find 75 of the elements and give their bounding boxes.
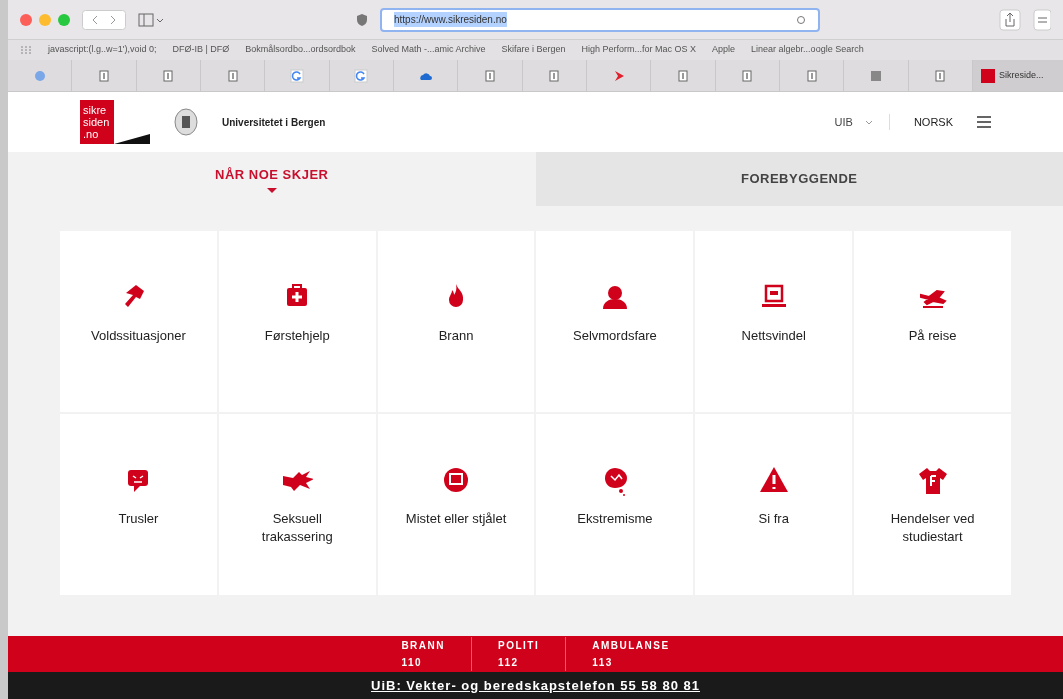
square-icon[interactable] [868,68,883,83]
bookmark-link[interactable]: Bokmålsordbo...ordsordbok [245,43,356,57]
tile-label: På reise [907,327,958,345]
tile-label: Trusler [117,510,160,528]
section-tab[interactable]: FOREBYGGENDE [535,152,1063,206]
category-tile[interactable]: Brann [377,231,535,412]
org-menu[interactable]: UIB [834,113,890,131]
g-logo-icon[interactable] [289,68,304,83]
url-text: https://www.sikresiden.no [394,12,507,27]
logo[interactable]: sikre siden .no [80,100,150,144]
bookmark-link[interactable]: DFØ-IB | DFØ [172,43,230,57]
university-seal-icon [174,108,198,136]
tile-label: Brann [437,327,475,345]
university-name: Universitetet i Bergen [222,115,326,130]
tabs-overview-icon[interactable] [1033,8,1051,31]
category-tile[interactable]: Selvmordsfare [536,231,694,412]
bookmark-link[interactable]: javascript:(l.g..w=1'),void 0; [48,43,157,57]
shield-icon[interactable] [356,12,368,27]
bookmark-link[interactable]: Skifare i Bergen [501,43,566,57]
service-name: AMBULANSE [592,639,670,653]
language-link[interactable]: NORSK [913,113,953,131]
tile-label: Nettsvindel [740,327,807,345]
category-tile[interactable]: På reise [854,231,1011,412]
category-tile[interactable]: Førstehjelp [218,231,376,412]
menu-icon[interactable] [977,116,991,128]
document-icon[interactable] [675,68,690,83]
window-controls-icon[interactable] [20,13,70,26]
reload-icon [796,14,806,25]
grid-icon[interactable] [20,46,32,54]
logo-text: .no [83,128,100,140]
bookmark-link[interactable]: Apple [712,43,736,57]
category-tile[interactable]: Voldssituasjoner [60,231,217,412]
logo-wedge-icon [114,134,150,144]
category-tile[interactable]: Hendelser ved studiestart [854,414,1011,595]
document-icon[interactable] [804,68,819,83]
category-tile[interactable]: Trusler [60,414,217,595]
phone-number[interactable]: 110 [401,654,422,671]
document-icon[interactable] [740,68,755,83]
g-logo-icon[interactable] [354,68,369,83]
tile-label: Seksuell trakassering [260,510,334,546]
document-icon[interactable] [97,68,111,83]
phone-number[interactable]: 113 [592,654,613,671]
tile-label: Selvmordsfare [572,327,658,345]
caret-icon [864,119,873,125]
tile-label: Ekstremisme [576,510,654,528]
tile-label: Mistet eller stjålet [404,510,508,528]
bookmark-link[interactable]: Solved Math -...amic Archive [371,43,486,57]
bookmark-link[interactable]: High Perform...for Mac OS X [581,43,697,57]
tile-label: Hendelser ved studiestart [889,510,976,546]
document-icon[interactable] [547,68,562,83]
document-icon[interactable] [933,68,948,83]
category-tile[interactable]: Ekstremisme [536,414,694,595]
bookmark-link[interactable]: Linear algebr...oogle Search [751,43,864,57]
tile-label: Voldssituasjoner [90,327,187,345]
logo-text: siden [83,116,111,128]
phone-number[interactable]: 112 [498,654,519,671]
tab-favicon-icon [980,68,995,83]
share-icon[interactable] [999,8,1021,31]
category-tile[interactable]: Si fra [695,414,853,595]
document-icon[interactable] [161,68,176,83]
address-bar[interactable]: https://www.sikresiden.no [380,7,820,32]
globe-icon[interactable] [32,68,47,83]
category-tile[interactable]: Seksuell trakassering [218,414,376,595]
document-icon[interactable] [482,68,497,83]
back-forward-icon[interactable] [82,9,126,30]
document-icon[interactable] [225,68,240,83]
tile-label: Si fra [757,510,790,528]
caret-icon [266,188,277,194]
category-tile[interactable]: Mistet eller stjålet [377,414,535,595]
tile-label: Førstehjelp [263,327,331,345]
service-name: BRANN [401,639,445,653]
logo-text: sikre [83,104,108,116]
service-name: POLITI [498,639,540,653]
sidebar-icon[interactable] [138,11,164,28]
category-tile[interactable]: Nettsvindel [695,231,853,412]
